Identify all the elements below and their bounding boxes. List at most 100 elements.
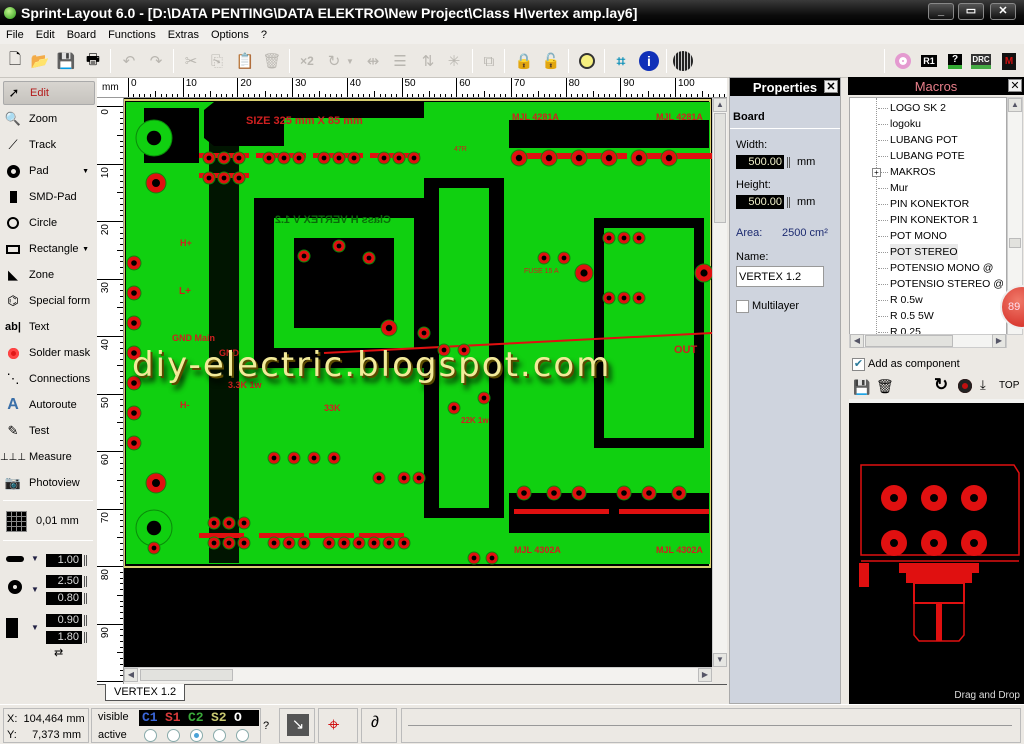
macro-list-item[interactable]: POT MONO: [878, 228, 947, 244]
macro-list-item[interactable]: POT STEREO: [878, 244, 958, 260]
menu-help[interactable]: ?: [255, 29, 273, 41]
macro-list-item[interactable]: R 0.5w: [878, 292, 923, 308]
delete-macro-icon[interactable]: 🗑: [876, 378, 894, 395]
pad-dropdown-icon[interactable]: ▼: [82, 168, 89, 175]
macro-scroll-up-button[interactable]: ▲: [1008, 98, 1022, 112]
top-layer-label[interactable]: TOP: [999, 380, 1019, 391]
menu-board[interactable]: Board: [61, 29, 102, 41]
tool-text[interactable]: ab| Text: [3, 315, 95, 339]
align-icon[interactable]: ⇅: [417, 50, 439, 72]
undo-icon[interactable]: ↶: [118, 50, 140, 72]
layer-active-radio[interactable]: [144, 729, 157, 742]
tool-autoroute[interactable]: A Autoroute: [3, 393, 95, 417]
new-file-icon[interactable]: 🗋: [4, 50, 26, 72]
print-icon[interactable]: 🖶: [82, 50, 104, 72]
tool-track[interactable]: ⟋ Track: [3, 133, 95, 157]
r1-icon[interactable]: R1: [918, 50, 940, 72]
smd-size-dropdown-icon[interactable]: ▼: [31, 623, 39, 632]
macro-hscroll-thumb[interactable]: [865, 335, 953, 347]
duplicate-x2-icon[interactable]: ×2: [296, 50, 318, 72]
drc-icon[interactable]: DRC: [970, 50, 992, 72]
swap-icon[interactable]: ⇄: [54, 646, 63, 659]
paste-icon[interactable]: 📋: [234, 50, 256, 72]
tool-photoview[interactable]: 📷 Photoview: [3, 471, 95, 495]
scroll-down-button[interactable]: ▼: [713, 653, 727, 667]
macro-horizontal-scrollbar[interactable]: ◀ ▶: [849, 334, 1007, 348]
macro-list-item[interactable]: logoku: [878, 116, 921, 132]
copy-icon[interactable]: ⎘: [206, 50, 228, 72]
macro-scroll-thumb[interactable]: [1009, 238, 1021, 248]
pad-outer-spinner[interactable]: [84, 576, 87, 587]
save-macro-icon[interactable]: 💾: [853, 379, 870, 396]
tool-zoom[interactable]: 🔍 Zoom: [3, 107, 95, 131]
tool-circle[interactable]: Circle: [3, 211, 95, 235]
multilayer-checkbox[interactable]: [736, 300, 749, 313]
lock-icon[interactable]: 🔒: [513, 50, 535, 72]
pad-outer-input[interactable]: 2.50: [46, 575, 82, 588]
scroll-up-button[interactable]: ▲: [713, 98, 727, 112]
layer-active-radio[interactable]: [190, 729, 203, 742]
mirror-vertical-icon[interactable]: ☰: [389, 50, 411, 72]
tool-measure[interactable]: ⊥⊥⊥ Measure: [0, 445, 95, 469]
track-width-input[interactable]: 1.00: [46, 554, 82, 567]
snap-icon[interactable]: ✳: [443, 50, 465, 72]
refresh-icon[interactable]: ↻: [934, 375, 948, 395]
layer-visible-toggle[interactable]: S2: [211, 710, 227, 725]
tool-zone[interactable]: ◣ Zone: [3, 263, 95, 287]
vertical-scrollbar[interactable]: ▲ ▼: [712, 98, 727, 667]
grid-pattern-icon[interactable]: [672, 50, 694, 72]
add-as-component-checkbox[interactable]: ✔: [852, 358, 865, 371]
minimize-button[interactable]: _: [928, 3, 954, 20]
crop-icon[interactable]: ⌗: [610, 50, 632, 72]
zoom-magnifier-icon[interactable]: [576, 50, 598, 72]
record-icon[interactable]: [958, 379, 972, 393]
menu-extras[interactable]: Extras: [162, 29, 205, 41]
pad-inner-input[interactable]: 0.80: [46, 592, 82, 605]
tool-connections[interactable]: ⋱ Connections: [3, 367, 95, 391]
maximize-button[interactable]: ▭: [958, 3, 984, 20]
save-icon[interactable]: 💾: [55, 50, 77, 72]
macro-preview[interactable]: Drag and Drop: [849, 403, 1024, 704]
scroll-right-button[interactable]: ▶: [698, 668, 712, 682]
macro-list-item[interactable]: MAKROS: [878, 164, 936, 180]
smd-width-input[interactable]: 0.90: [46, 614, 82, 627]
tool-special-form[interactable]: ⌬ Special form: [3, 289, 95, 313]
rotate-dropdown-icon[interactable]: ▼: [345, 50, 355, 72]
redo-icon[interactable]: ↷: [145, 50, 167, 72]
macros-close-button[interactable]: ✕: [1008, 79, 1022, 92]
tool-pad[interactable]: Pad ▼: [3, 159, 95, 183]
menu-file[interactable]: File: [0, 29, 30, 41]
macro-scroll-left-button[interactable]: ◀: [850, 334, 864, 348]
outline-mode-button[interactable]: ∂: [361, 708, 397, 743]
width-spinner[interactable]: [787, 157, 790, 168]
rectangle-dropdown-icon[interactable]: ▼: [82, 246, 89, 253]
mirror-horizontal-icon[interactable]: ⇹: [362, 50, 384, 72]
menu-functions[interactable]: Functions: [102, 29, 162, 41]
track-width-dropdown-icon[interactable]: ▼: [31, 554, 39, 563]
pad-inner-spinner[interactable]: [84, 593, 87, 604]
grid-setting[interactable]: 0,01 mm: [6, 511, 96, 533]
document-tab[interactable]: VERTEX 1.2: [105, 684, 186, 701]
properties-close-button[interactable]: ✕: [824, 80, 838, 93]
smd-width-spinner[interactable]: [84, 615, 87, 626]
macro-list-item[interactable]: LUBANG POT: [878, 132, 958, 148]
track-width-spinner[interactable]: [84, 555, 87, 566]
layer-active-radio[interactable]: [236, 729, 249, 742]
scroll-left-button[interactable]: ◀: [124, 668, 138, 682]
tool-smd-pad[interactable]: SMD-Pad: [3, 185, 95, 209]
smd-height-spinner[interactable]: [84, 632, 87, 643]
tool-edit[interactable]: ➚ Edit: [3, 81, 95, 105]
layer-visible-toggle[interactable]: C2: [188, 710, 204, 725]
close-button[interactable]: ✕: [990, 3, 1016, 20]
vertical-scroll-thumb[interactable]: [714, 113, 726, 223]
info-icon[interactable]: i: [638, 50, 660, 72]
rotate-icon[interactable]: ↻: [323, 50, 345, 72]
macro-list-item[interactable]: LUBANG POTE: [878, 148, 965, 164]
delete-icon[interactable]: 🗑: [261, 50, 283, 72]
macro-m-icon[interactable]: M: [998, 50, 1020, 72]
width-input[interactable]: 500.00: [736, 155, 784, 169]
help-check-icon[interactable]: ?: [944, 50, 966, 72]
menu-options[interactable]: Options: [205, 29, 255, 41]
macro-scroll-right-button[interactable]: ▶: [992, 334, 1006, 348]
open-folder-icon[interactable]: 📂: [29, 50, 51, 72]
